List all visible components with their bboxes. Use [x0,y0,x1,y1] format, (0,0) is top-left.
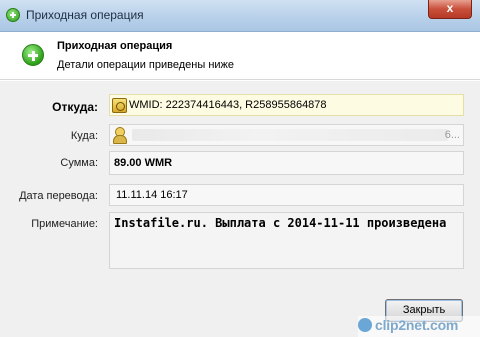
to-label: Куда: [70,130,98,142]
watermark-text: clip2net.com [375,317,459,333]
note-label: Примечание: [31,218,98,230]
from-value: WMID: 222374416443, R258955864878 [129,99,327,111]
header-subtitle: Детали операции приведены ниже [57,59,235,71]
date-label: Дата перевода: [19,190,98,202]
to-field[interactable]: 6... [109,124,464,146]
sum-label: Сумма: [60,157,98,169]
dialog-header: Приходная операция Детали операции приве… [0,33,480,80]
sum-field[interactable]: 89.00 WMR [109,151,464,175]
from-label: Откуда: [52,100,98,114]
webmoney-wallet-icon [112,97,127,113]
redacted-recipient [132,129,448,142]
date-field[interactable]: 11.11.14 16:17 [109,184,464,206]
from-field[interactable]: WMID: 222374416443, R258955864878 [109,94,464,116]
window-title: Приходная операция [26,8,144,22]
clip2net-logo-icon [358,318,372,332]
to-trailing: 6... [444,129,460,141]
dialog-body: Откуда: WMID: 222374416443, R25895586487… [0,81,480,337]
user-icon [112,127,127,145]
header-title: Приходная операция [57,40,173,52]
watermark: clip2net.com [358,316,480,337]
add-green-circle-icon [22,44,44,66]
app-add-icon [6,8,20,22]
title-bar: Приходная операция x [0,0,480,32]
note-field[interactable]: Instafile.ru. Выплата с 2014-11-11 произ… [109,212,464,269]
window-close-button[interactable]: x [428,0,472,19]
